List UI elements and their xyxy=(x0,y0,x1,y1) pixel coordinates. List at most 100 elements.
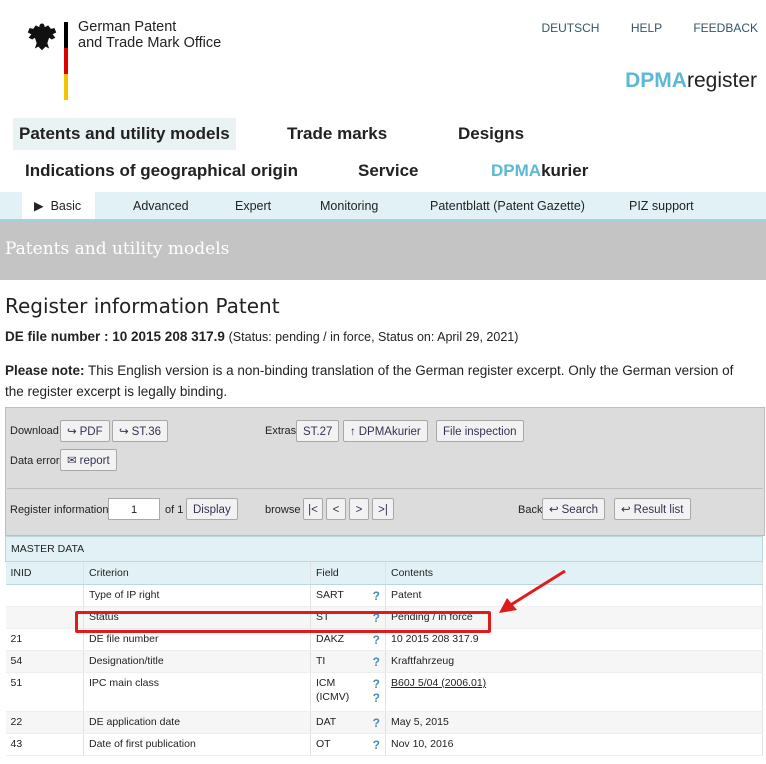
field-code: OT xyxy=(316,738,331,750)
help-icon[interactable]: ? xyxy=(373,677,380,691)
next-page-button[interactable]: > xyxy=(349,498,369,520)
report-label: report xyxy=(79,455,110,467)
note: Please note: This English version is a n… xyxy=(5,360,755,402)
help-icon[interactable]: ? xyxy=(373,589,380,603)
link-help[interactable]: HELP xyxy=(631,21,662,35)
nav-trademarks[interactable]: Trade marks xyxy=(287,124,387,144)
table-row: 43 Date of first publication OT? Nov 10,… xyxy=(5,733,763,756)
cell-criterion: Date of first publication xyxy=(83,733,311,756)
browse-label: browse xyxy=(265,504,301,516)
field-code: SART xyxy=(316,589,344,601)
cell-inid: 54 xyxy=(5,650,84,673)
cell-contents: B60J 5/04 (2006.01) xyxy=(385,672,763,712)
subnav-basic[interactable]: ▶ Basic xyxy=(22,192,96,219)
help-icon[interactable]: ? xyxy=(373,716,380,730)
section-header: MASTER DATA xyxy=(5,536,763,562)
st36-button[interactable]: ↪ ST.36 xyxy=(112,420,169,442)
subnav-monitoring[interactable]: Monitoring xyxy=(320,192,378,219)
envelope-icon: ✉ xyxy=(67,455,77,467)
help-icon[interactable]: ? xyxy=(373,655,380,669)
cell-inid: 51 xyxy=(5,672,84,712)
file-status: (Status: pending / in force, Status on: … xyxy=(228,330,519,344)
play-icon: ▶ xyxy=(34,199,44,213)
cell-contents: May 5, 2015 xyxy=(385,711,763,734)
return-icon: ↩ xyxy=(621,504,631,516)
st27-button[interactable]: ST.27 xyxy=(296,420,340,442)
german-flag-bar xyxy=(64,22,68,100)
section-band: Patents and utility models xyxy=(0,222,766,280)
annotation-arrow-icon xyxy=(499,569,566,613)
field-code: ICM xyxy=(316,677,336,689)
sub-nav: ▶ Basic Advanced Expert Monitoring Paten… xyxy=(0,192,766,222)
ipc-class-link[interactable]: B60J 5/04 (2006.01) xyxy=(391,677,486,689)
cell-inid: 22 xyxy=(5,711,84,734)
dpmaregister-brand[interactable]: DPMAregister xyxy=(625,69,757,93)
table-row: 22 DE application date DAT? May 5, 2015 xyxy=(5,711,763,734)
dpmakurier-label: DPMAkurier xyxy=(358,426,421,438)
cell-inid: 21 xyxy=(5,628,84,651)
data-error-label: Data error xyxy=(10,455,60,467)
arrow-return-icon: ↪ xyxy=(119,426,129,438)
result-list-button[interactable]: ↩ Result list xyxy=(614,498,691,520)
table-row: Type of IP right SART? Patent xyxy=(5,584,763,607)
cell-inid: 43 xyxy=(5,733,84,756)
link-deutsch[interactable]: DEUTSCH xyxy=(541,21,599,35)
nav-dpmakurier[interactable]: DPMAkurier xyxy=(491,161,588,181)
help-icon[interactable]: ? xyxy=(373,633,380,647)
file-number-line: DE file number : 10 2015 208 317.9 (Stat… xyxy=(5,329,518,344)
table-row: 51 IPC main class ICM? (ICMV)? B60J 5/04… xyxy=(5,672,763,712)
report-button[interactable]: ✉ report xyxy=(60,449,117,471)
cell-criterion: Type of IP right xyxy=(83,584,311,607)
org-name: German Patent and Trade Mark Office xyxy=(78,19,222,51)
nav-dpmakurier-b: kurier xyxy=(541,161,589,180)
band-title: Patents and utility models xyxy=(5,239,230,259)
page-title: Register information Patent xyxy=(5,294,280,318)
extras-label: Extras xyxy=(265,425,297,437)
cell-contents: Patent xyxy=(385,584,763,607)
subnav-piz[interactable]: PIZ support xyxy=(629,192,694,219)
toolbar-divider xyxy=(7,488,763,489)
nav-geo-indications[interactable]: Indications of geographical origin xyxy=(25,161,298,181)
table-row: 54 Designation/title TI? Kraftfahrzeug xyxy=(5,650,763,673)
last-page-button[interactable]: >| xyxy=(372,498,394,520)
brand-register: register xyxy=(686,69,757,92)
pdf-button[interactable]: ↪ PDF xyxy=(60,420,110,442)
search-label: Search xyxy=(561,504,599,516)
subnav-expert[interactable]: Expert xyxy=(235,192,271,219)
cell-criterion: DE application date xyxy=(83,711,311,734)
st36-label: ST.36 xyxy=(131,426,162,438)
nav-designs[interactable]: Designs xyxy=(458,124,524,144)
help-icon[interactable]: ? xyxy=(373,738,380,752)
nav-patents[interactable]: Patents and utility models xyxy=(13,118,236,150)
subnav-basic-label: Basic xyxy=(50,199,82,213)
subnav-gazette[interactable]: Patentblatt (Patent Gazette) xyxy=(430,192,585,219)
col-inid: INID xyxy=(5,561,84,585)
prev-page-button[interactable]: < xyxy=(326,498,346,520)
first-page-button[interactable]: |< xyxy=(303,498,323,520)
table-header-row: INID Criterion Field Contents xyxy=(5,561,763,585)
dpmakurier-button[interactable]: ↑ DPMAkurier xyxy=(343,420,428,442)
brand-dpma: DPMA xyxy=(625,69,687,92)
subnav-advanced[interactable]: Advanced xyxy=(133,192,189,219)
field-code: DAT xyxy=(316,716,337,728)
back-search-button[interactable]: ↩ Search xyxy=(542,498,606,520)
cell-field: SART? xyxy=(310,584,386,607)
cell-field: OT? xyxy=(310,733,386,756)
cell-inid xyxy=(5,606,84,629)
arrow-up-icon: ↑ xyxy=(350,426,356,438)
cell-field: DAT? xyxy=(310,711,386,734)
cell-criterion: Designation/title xyxy=(83,650,311,673)
note-label: Please note: xyxy=(5,363,85,378)
help-icon[interactable]: ? xyxy=(373,691,380,705)
cell-inid xyxy=(5,584,84,607)
file-inspection-button[interactable]: File inspection xyxy=(436,420,524,442)
display-button[interactable]: Display xyxy=(186,498,238,520)
register-info-label: Register information xyxy=(10,504,109,516)
col-criterion: Criterion xyxy=(83,561,311,585)
arrow-return-icon: ↪ xyxy=(67,426,77,438)
link-feedback[interactable]: FEEDBACK xyxy=(693,21,758,35)
field-code: DAKZ xyxy=(316,633,345,645)
note-text: This English version is a non-binding tr… xyxy=(5,363,734,399)
page-number-input[interactable]: 1 xyxy=(108,498,160,520)
nav-service[interactable]: Service xyxy=(358,161,419,181)
